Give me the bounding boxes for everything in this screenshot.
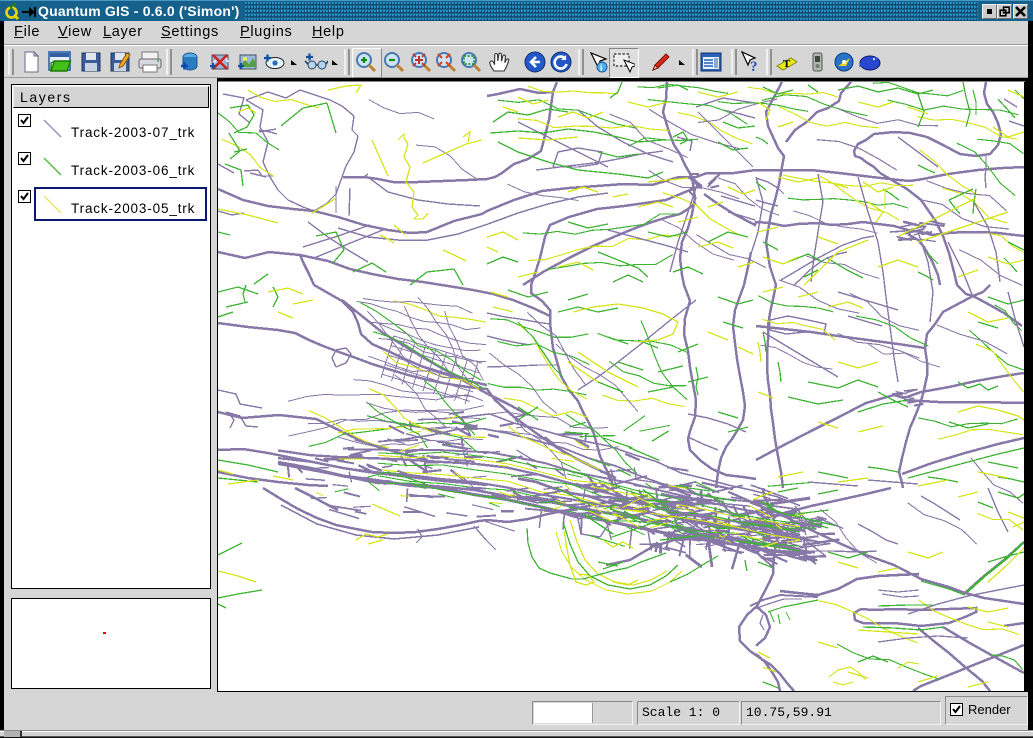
- svg-text:?: ?: [750, 59, 758, 74]
- svg-text:T: T: [783, 58, 791, 70]
- svg-text:i: i: [600, 63, 603, 73]
